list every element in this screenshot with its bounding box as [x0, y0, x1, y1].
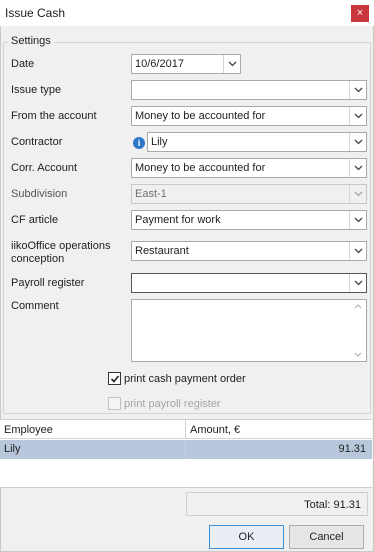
column-header-amount[interactable]: Amount, € — [190, 424, 240, 436]
table-row[interactable]: Lily 91.31 — [0, 440, 372, 459]
chevron-down-icon — [354, 280, 363, 286]
contractor-dropdown-button[interactable] — [349, 133, 366, 151]
cell-amount: 91.31 — [338, 443, 366, 455]
print-cash-order-label[interactable]: print cash payment order — [124, 373, 246, 385]
issue-type-select[interactable] — [131, 80, 367, 100]
subdivision-dropdown-button — [349, 185, 366, 203]
chevron-down-icon — [354, 191, 363, 197]
date-dropdown-button[interactable] — [223, 55, 240, 73]
operations-conception-value: Restaurant — [135, 245, 189, 257]
chevron-down-icon — [354, 139, 363, 145]
total-box: Total: 91.31 — [186, 492, 368, 516]
comment-scrollbar[interactable] — [350, 300, 366, 361]
corr-account-select[interactable]: Money to be accounted for — [131, 158, 367, 178]
window-title: Issue Cash — [5, 6, 66, 20]
from-account-label: From the account — [11, 110, 97, 122]
issue-type-label: Issue type — [11, 84, 62, 96]
date-value: 10/6/2017 — [135, 58, 184, 70]
chevron-down-icon — [354, 87, 363, 93]
from-account-select[interactable]: Money to be accounted for — [131, 106, 367, 126]
checkmark-icon — [110, 375, 120, 383]
scroll-up-icon[interactable] — [354, 304, 362, 309]
corr-account-label: Corr. Account — [11, 162, 78, 174]
column-header-employee[interactable]: Employee — [4, 424, 53, 436]
cancel-button[interactable]: Cancel — [289, 525, 364, 549]
contractor-value: Lily — [151, 136, 168, 148]
title-bar: Issue Cash × — [0, 0, 374, 26]
column-separator — [185, 420, 186, 439]
row-separator — [185, 440, 186, 459]
comment-label: Comment — [11, 300, 59, 312]
print-payroll-checkbox — [108, 397, 121, 410]
cf-article-dropdown-button[interactable] — [349, 211, 366, 229]
payroll-register-dropdown-button[interactable] — [349, 274, 366, 292]
subdivision-label: Subdivision — [11, 188, 68, 200]
date-label: Date — [11, 58, 35, 70]
ok-button[interactable]: OK — [209, 525, 284, 549]
issue-type-dropdown-button[interactable] — [349, 81, 366, 99]
comment-textarea[interactable] — [131, 299, 367, 362]
contractor-label: Contractor — [11, 136, 63, 148]
corr-account-dropdown-button[interactable] — [349, 159, 366, 177]
payroll-register-select[interactable] — [131, 273, 367, 293]
contractor-select[interactable]: Lily — [147, 132, 367, 152]
print-cash-order-checkbox[interactable] — [108, 372, 121, 385]
chevron-down-icon — [354, 113, 363, 119]
settings-legend: Settings — [8, 35, 54, 47]
operations-conception-dropdown-button[interactable] — [349, 242, 366, 260]
operations-conception-label-line1: iikoOffice operations — [11, 240, 111, 252]
cf-article-select[interactable]: Payment for work — [131, 210, 367, 230]
chevron-down-icon — [228, 61, 237, 67]
cf-article-value: Payment for work — [135, 214, 221, 226]
subdivision-select: East-1 — [131, 184, 367, 204]
employee-grid: Employee Amount, € Lily 91.31 — [0, 419, 372, 488]
close-icon: × — [356, 7, 364, 19]
print-payroll-label: print payroll register — [124, 398, 221, 410]
scroll-down-icon[interactable] — [354, 352, 362, 357]
cf-article-label: CF article — [11, 214, 59, 226]
from-account-value: Money to be accounted for — [135, 110, 266, 122]
chevron-down-icon — [354, 165, 363, 171]
close-button[interactable]: × — [351, 5, 369, 22]
payroll-register-label: Payroll register — [11, 277, 85, 289]
info-icon: i — [133, 137, 145, 149]
chevron-down-icon — [354, 217, 363, 223]
subdivision-value: East-1 — [135, 188, 167, 200]
chevron-down-icon — [354, 248, 363, 254]
date-picker[interactable]: 10/6/2017 — [131, 54, 241, 74]
operations-conception-label-line2: conception — [11, 253, 65, 265]
operations-conception-select[interactable]: Restaurant — [131, 241, 367, 261]
grid-header: Employee Amount, € — [0, 420, 372, 439]
from-account-dropdown-button[interactable] — [349, 107, 366, 125]
total-text: Total: 91.31 — [304, 499, 361, 511]
corr-account-value: Money to be accounted for — [135, 162, 266, 174]
cell-employee: Lily — [4, 443, 21, 455]
